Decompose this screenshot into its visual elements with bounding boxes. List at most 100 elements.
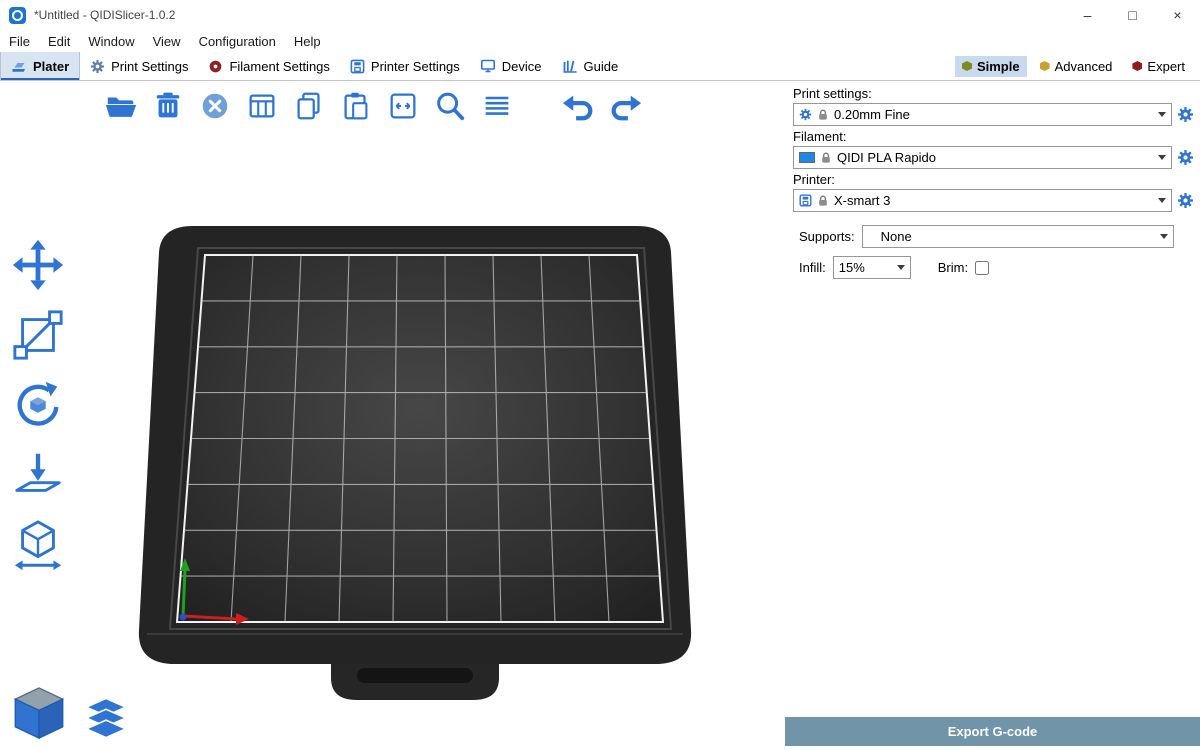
brim-checkbox[interactable] (975, 261, 989, 275)
redo-icon (609, 89, 643, 123)
expert-mode-hex-icon (1132, 61, 1142, 71)
settings-sidebar: Print settings: 0.20mm Fine Filament: QI… (785, 81, 1200, 750)
advanced-mode-hex-icon (1040, 61, 1050, 71)
menu-bar: File Edit Window View Configuration Help (0, 30, 1200, 52)
minimize-button[interactable]: – (1065, 0, 1110, 30)
printer-label: Printer: (793, 172, 1194, 187)
menu-view[interactable]: View (144, 32, 190, 51)
delete-all-button[interactable] (196, 87, 234, 125)
mode-advanced-label: Advanced (1055, 59, 1113, 74)
chevron-down-icon (897, 265, 905, 270)
rotate-icon (11, 378, 65, 432)
search-button[interactable] (431, 87, 469, 125)
mode-advanced[interactable]: Advanced (1033, 56, 1120, 77)
tab-print-settings[interactable]: Print Settings (80, 52, 198, 80)
undo-button[interactable] (559, 87, 597, 125)
tab-device-label: Device (502, 59, 542, 74)
lock-icon (817, 195, 829, 207)
move-icon (11, 238, 65, 292)
plater-icon (11, 58, 27, 74)
chevron-down-icon (1158, 112, 1166, 117)
tab-filament-settings[interactable]: Filament Settings (198, 52, 339, 80)
search-icon (433, 89, 467, 123)
menu-file[interactable]: File (0, 32, 39, 51)
layers-preview-icon (82, 694, 130, 742)
title-bar: *Untitled - QIDISlicer-1.0.2 – □ × (0, 0, 1200, 30)
arrange-grid-icon (245, 89, 279, 123)
paste-button[interactable] (337, 87, 375, 125)
tab-printer-settings[interactable]: Printer Settings (340, 52, 470, 80)
filament-label: Filament: (793, 129, 1194, 144)
redo-button[interactable] (607, 87, 645, 125)
guide-book-icon (562, 58, 578, 74)
tab-plater[interactable]: Plater (0, 52, 80, 80)
app-logo-icon (9, 7, 26, 24)
close-button[interactable]: × (1155, 0, 1200, 30)
arrange-button[interactable] (243, 87, 281, 125)
menu-edit[interactable]: Edit (39, 32, 79, 51)
print-bed (125, 212, 705, 717)
supports-value: None (881, 229, 912, 244)
printer-value: X-smart 3 (834, 193, 890, 208)
cube-3d-icon (10, 684, 68, 742)
filament-select[interactable]: QIDI PLA Rapido (793, 146, 1172, 169)
layer-list-icon (480, 89, 514, 123)
lock-icon (817, 109, 829, 121)
rotate-button[interactable] (8, 376, 68, 434)
view-3d-button[interactable] (10, 684, 68, 742)
printer-gear-button[interactable] (1177, 192, 1194, 209)
menu-window[interactable]: Window (79, 32, 143, 51)
size-measure-icon (11, 518, 65, 572)
infill-select[interactable]: 15% (833, 256, 911, 279)
import-folder-icon (104, 89, 138, 123)
split-button[interactable] (384, 87, 422, 125)
move-button[interactable] (8, 236, 68, 294)
layer-list-button[interactable] (478, 87, 516, 125)
supports-select[interactable]: None (862, 225, 1174, 248)
maximize-button[interactable]: □ (1110, 0, 1155, 30)
printer-icon (799, 194, 812, 207)
copy-button[interactable] (290, 87, 328, 125)
view-toggle (10, 684, 130, 742)
viewport-3d[interactable] (0, 81, 785, 750)
preview-layers-button[interactable] (82, 694, 130, 742)
gizmo-toolbar (8, 236, 68, 574)
chevron-down-icon (1160, 234, 1168, 239)
print-profile-select[interactable]: 0.20mm Fine (793, 103, 1172, 126)
printer-select[interactable]: X-smart 3 (793, 189, 1172, 212)
chevron-down-icon (1158, 198, 1166, 203)
export-gcode-button[interactable]: Export G-code (785, 717, 1200, 746)
gear-icon (90, 59, 105, 74)
tab-print-settings-label: Print Settings (111, 59, 188, 74)
mode-expert-label: Expert (1147, 59, 1185, 74)
filament-gear-button[interactable] (1177, 149, 1194, 166)
infill-value: 15% (839, 260, 865, 275)
tab-device[interactable]: Device (470, 52, 552, 80)
size-button[interactable] (8, 516, 68, 574)
import-button[interactable] (102, 87, 140, 125)
mode-simple[interactable]: Simple (955, 56, 1027, 77)
delete-button[interactable] (149, 87, 187, 125)
mode-simple-label: Simple (977, 59, 1020, 74)
filament-spool-icon (208, 59, 223, 74)
scale-button[interactable] (8, 306, 68, 364)
place-on-face-icon (11, 448, 65, 502)
simple-mode-hex-icon (962, 61, 972, 71)
scale-icon (11, 308, 65, 362)
infill-label: Infill: (799, 260, 826, 275)
flatten-button[interactable] (8, 446, 68, 504)
copy-icon (292, 89, 326, 123)
device-monitor-icon (480, 58, 496, 74)
menu-configuration[interactable]: Configuration (190, 32, 285, 51)
supports-label: Supports: (799, 229, 855, 244)
tab-printer-settings-label: Printer Settings (371, 59, 460, 74)
window-title: *Untitled - QIDISlicer-1.0.2 (34, 8, 175, 22)
brim-label: Brim: (938, 260, 968, 275)
menu-help[interactable]: Help (285, 32, 330, 51)
mode-expert[interactable]: Expert (1125, 56, 1192, 77)
tab-guide[interactable]: Guide (552, 52, 629, 80)
chevron-down-icon (1158, 155, 1166, 160)
print-settings-gear-button[interactable] (1177, 106, 1194, 123)
undo-icon (561, 89, 595, 123)
trash-icon (151, 89, 185, 123)
